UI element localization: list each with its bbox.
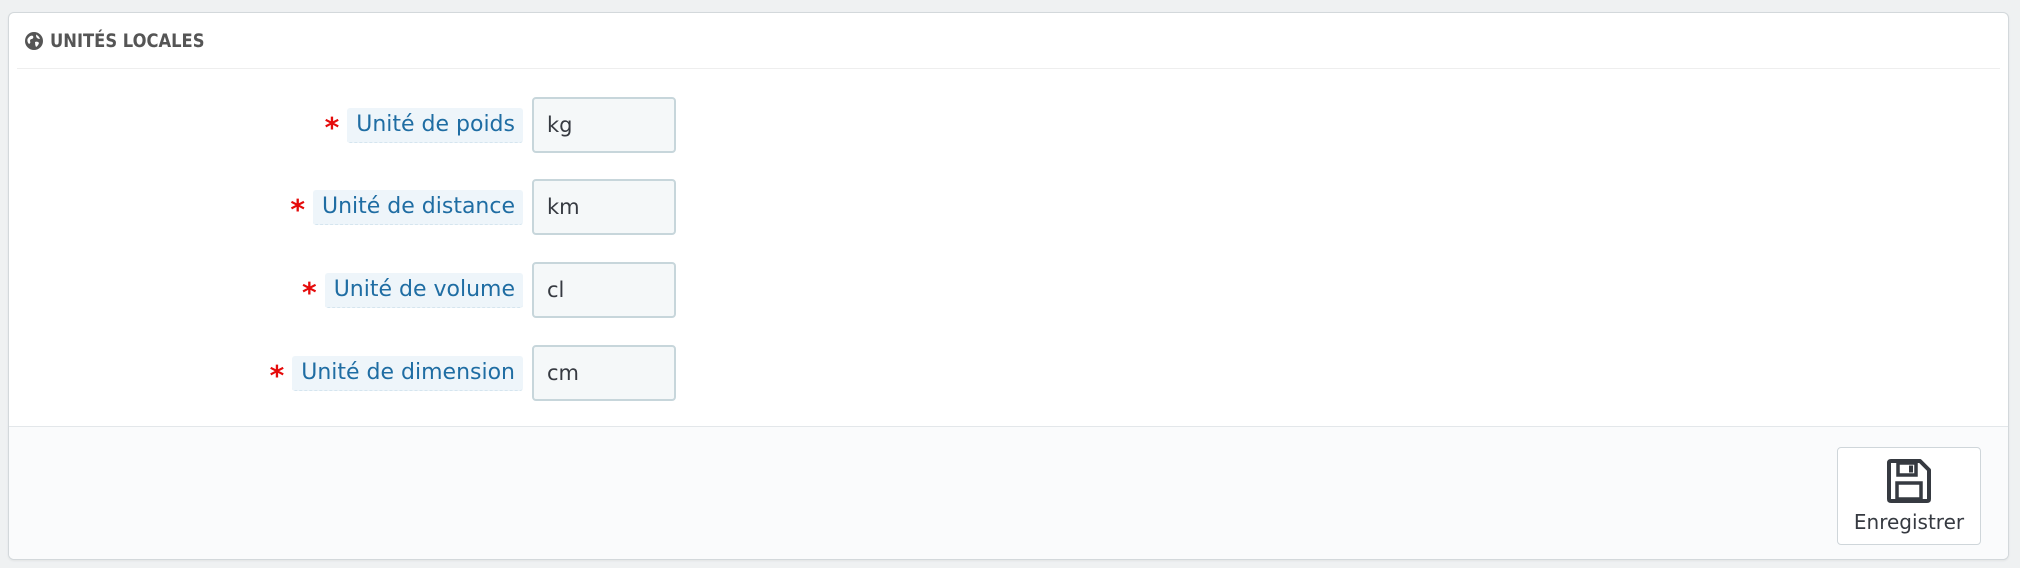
save-button[interactable]: Enregistrer — [1837, 447, 1981, 545]
form-row-dimension: * Unité de dimension — [9, 345, 709, 401]
floppy-disk-icon — [1886, 458, 1932, 504]
distance-unit-label[interactable]: Unité de distance — [312, 189, 523, 225]
dimension-unit-input[interactable] — [532, 345, 676, 401]
weight-unit-label[interactable]: Unité de poids — [347, 107, 523, 143]
weight-unit-input[interactable] — [532, 97, 676, 153]
panel-title: UNITÉS LOCALES — [50, 29, 205, 52]
panel-footer: Enregistrer — [9, 426, 2008, 559]
form-row-weight: * Unité de poids — [9, 97, 709, 153]
required-asterisk: * — [290, 192, 305, 226]
save-button-label: Enregistrer — [1853, 510, 1965, 534]
required-asterisk: * — [324, 110, 340, 144]
distance-unit-input[interactable] — [532, 179, 676, 235]
dimension-unit-label[interactable]: Unité de dimension — [292, 355, 523, 391]
required-asterisk: * — [302, 275, 317, 309]
required-asterisk: * — [269, 358, 285, 392]
volume-unit-input[interactable] — [532, 262, 676, 318]
form-row-distance: * Unité de distance — [9, 179, 709, 235]
settings-panel: UNITÉS LOCALES * Unité de poids * Unité … — [8, 12, 2009, 560]
globe-icon — [24, 31, 44, 51]
volume-unit-label[interactable]: Unité de volume — [324, 272, 523, 308]
panel-heading: UNITÉS LOCALES — [17, 13, 2000, 69]
form-row-volume: * Unité de volume — [9, 262, 709, 318]
